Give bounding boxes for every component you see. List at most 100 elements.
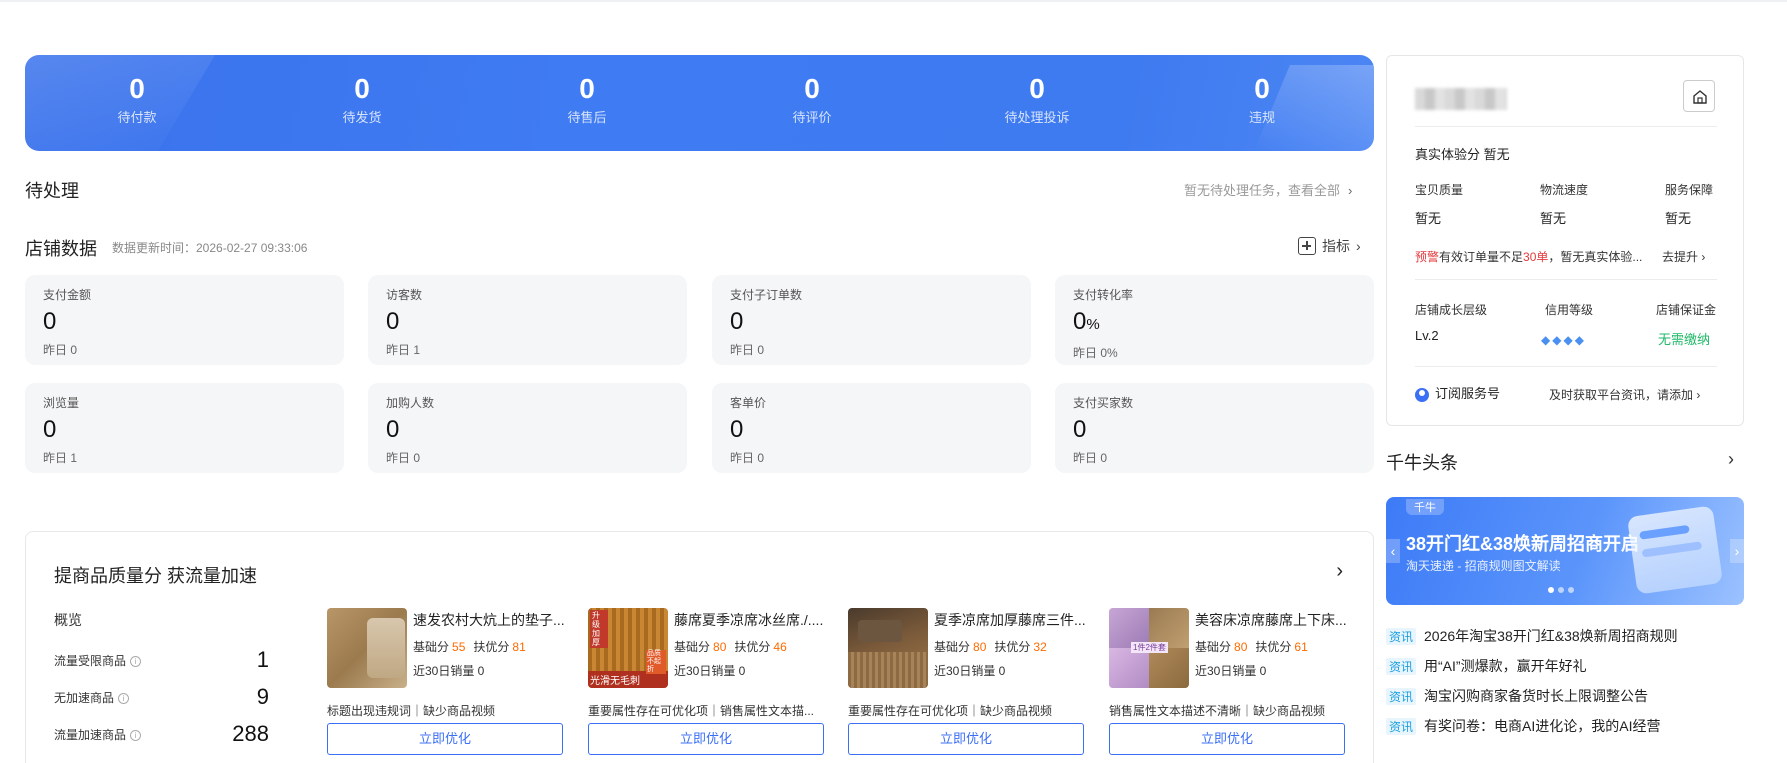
- boost-score: 46: [773, 640, 787, 654]
- stat-value: 0: [1029, 73, 1045, 104]
- dim-label: 物流速度: [1540, 183, 1589, 197]
- info-icon[interactable]: i: [118, 692, 130, 704]
- stat-label: 违规: [1248, 110, 1275, 125]
- chevron-right-icon: ›: [1701, 250, 1706, 264]
- warning-text-b: ，暂无真实体验...: [1548, 250, 1643, 264]
- product-name[interactable]: 速发农村大炕上的垫子...: [413, 610, 565, 630]
- product-issue: 重要属性存在可优化项｜缺少商品视频: [848, 704, 1053, 718]
- overview-label: 流量加速商品: [54, 727, 127, 742]
- deposit-value[interactable]: 无需缴纳: [1658, 329, 1710, 348]
- boost-score: 61: [1294, 640, 1308, 654]
- carousel-prev-icon[interactable]: ‹: [1386, 539, 1400, 563]
- shop-name-blurred: [1415, 88, 1507, 110]
- product-name[interactable]: 藤席夏季凉席冰丝席./....: [674, 610, 826, 630]
- metric-label: 支付买家数: [1073, 396, 1134, 410]
- chevron-right-icon[interactable]: ›: [1728, 449, 1734, 470]
- overview-row-limited[interactable]: 流量受限商品 i 1: [54, 647, 269, 673]
- store-icon: [1693, 90, 1707, 104]
- carousel-next-icon[interactable]: ›: [1730, 539, 1744, 563]
- carousel-dot[interactable]: [1548, 587, 1554, 593]
- news-item[interactable]: 资讯 淘宝闪购商家备货时长上限调整公告: [1386, 686, 1648, 706]
- optimize-button[interactable]: 立即优化: [1109, 723, 1345, 755]
- indicator-button[interactable]: 指标 ›: [1298, 236, 1361, 256]
- real-score-row[interactable]: 真实体验分 暂无: [1415, 144, 1510, 163]
- metric-yesterday: 昨日 1: [386, 343, 421, 357]
- overview-row-boosted[interactable]: 流量加速商品 i 288: [54, 721, 269, 747]
- product-sales: 近30日销量 0: [674, 664, 746, 678]
- product-name[interactable]: 美容床凉席藤席上下床...: [1195, 610, 1347, 630]
- product-thumbnail[interactable]: [327, 608, 407, 688]
- news-text: 有奖问卷：电商AI进化论，我的AI经营: [1424, 718, 1661, 734]
- metric-label: 浏览量: [43, 396, 80, 410]
- news-text: 淘宝闪购商家备货时长上限调整公告: [1424, 688, 1649, 704]
- product-sales: 近30日销量 0: [413, 664, 485, 678]
- metric-yesterday: 昨日 0: [43, 343, 78, 357]
- stat-label: 待付款: [117, 110, 157, 125]
- base-score-label: 基础分: [934, 640, 971, 654]
- boost-score-label: 扶优分: [1255, 640, 1292, 654]
- promo-banner[interactable]: 千牛 38开门红&38焕新周招商开启 淘天速递 - 招商规则图文解读 ‹ ›: [1386, 497, 1744, 605]
- metric-card-sub-orders[interactable]: 支付子订单数 0 昨日 0: [712, 275, 1031, 365]
- product-name[interactable]: 夏季凉席加厚藤席三件...: [934, 610, 1086, 630]
- news-tag: 资讯: [1386, 628, 1417, 645]
- stat-label: 待售后: [567, 110, 607, 125]
- view-all-pending-link[interactable]: 暂无待处理任务，查看全部 ›: [1184, 180, 1352, 199]
- subscribe-hint: 及时获取平台资讯，请添加: [1549, 388, 1694, 402]
- product-issue: 标题出现违规词｜缺少商品视频: [327, 704, 496, 718]
- subscribe-row[interactable]: 订阅服务号: [1415, 383, 1500, 402]
- diamond-icon: ◆: [1574, 333, 1584, 347]
- overview-label-wrap: 流量受限商品 i: [54, 652, 142, 669]
- news-item[interactable]: 资讯 2026年淘宝38开门红&38焕新周招商规则: [1386, 626, 1678, 646]
- metric-card-conversion[interactable]: 支付转化率 0% 昨日 0%: [1055, 275, 1374, 365]
- base-score: 80: [1234, 640, 1248, 654]
- quality-panel-title: 提商品质量分 获流量加速: [54, 566, 257, 586]
- chevron-right-icon: ›: [1696, 388, 1701, 402]
- top-divider: [0, 0, 1787, 2]
- stat-violation[interactable]: 0 违规: [1162, 73, 1362, 126]
- news-item[interactable]: 资讯 有奖问卷：电商AI进化论，我的AI经营: [1386, 716, 1660, 736]
- metric-card-pageviews[interactable]: 浏览量 0 昨日 1: [25, 383, 344, 473]
- metric-card-pay-amount[interactable]: 支付金额 0 昨日 0: [25, 275, 344, 365]
- info-icon[interactable]: i: [130, 729, 142, 741]
- stat-label: 待评价: [792, 110, 832, 125]
- overview-label-wrap: 无加速商品 i: [54, 689, 130, 706]
- metric-card-buyers[interactable]: 支付买家数 0 昨日 0: [1055, 383, 1374, 473]
- metric-card-add-cart[interactable]: 加购人数 0 昨日 0: [368, 383, 687, 473]
- metric-card-visitors[interactable]: 访客数 0 昨日 1: [368, 275, 687, 365]
- boost-score: 32: [1033, 640, 1047, 654]
- metric-card-avg-order[interactable]: 客单价 0 昨日 0: [712, 383, 1031, 473]
- info-icon[interactable]: i: [130, 655, 142, 667]
- news-item[interactable]: 资讯 用“AI”测爆款，赢开年好礼: [1386, 656, 1587, 676]
- overview-label-wrap: 流量加速商品 i: [54, 726, 142, 743]
- product-thumbnail[interactable]: 1件2件套: [1109, 608, 1189, 688]
- metric-label: 访客数: [386, 288, 423, 302]
- boost-score-label: 扶优分: [994, 640, 1031, 654]
- overview-row-no-boost[interactable]: 无加速商品 i 9: [54, 684, 269, 710]
- stat-value: 0: [129, 73, 145, 104]
- product-sales: 近30日销量 0: [1195, 664, 1267, 678]
- store-home-button[interactable]: [1683, 80, 1715, 112]
- optimize-button[interactable]: 立即优化: [327, 723, 563, 755]
- carousel-dot[interactable]: [1568, 587, 1574, 593]
- chevron-right-icon[interactable]: ›: [1336, 560, 1343, 583]
- stat-pending-payment[interactable]: 0 待付款: [37, 73, 237, 126]
- stat-pending-shipment[interactable]: 0 待发货: [262, 73, 462, 126]
- product-thumbnail[interactable]: 升级加厚 光滑无毛刺 品质不起折: [588, 608, 668, 688]
- metric-value: 0: [730, 416, 744, 443]
- product-thumbnail[interactable]: [848, 608, 928, 688]
- product-scores: 基础分 80 扶优分 32: [934, 638, 1055, 655]
- credit-diamonds[interactable]: ◆ ◆ ◆ ◆: [1541, 333, 1584, 347]
- stat-pending-aftersale[interactable]: 0 待售后: [487, 73, 687, 126]
- subscribe-hint-link[interactable]: 及时获取平台资讯，请添加 ›: [1549, 386, 1700, 403]
- carousel-dot[interactable]: [1558, 587, 1564, 593]
- optimize-button[interactable]: 立即优化: [848, 723, 1084, 755]
- improve-link[interactable]: 去提升 ›: [1662, 248, 1705, 265]
- warning-tag: 预警: [1415, 250, 1440, 264]
- growth-value[interactable]: Lv.2: [1415, 328, 1439, 343]
- stat-pending-review[interactable]: 0 待评价: [712, 73, 912, 126]
- news-text: 用“AI”测爆款，赢开年好礼: [1424, 658, 1587, 674]
- optimize-button[interactable]: 立即优化: [588, 723, 824, 755]
- boost-score: 81: [512, 640, 526, 654]
- stat-pending-complaint[interactable]: 0 待处理投诉: [937, 73, 1137, 126]
- boost-score-label: 扶优分: [734, 640, 771, 654]
